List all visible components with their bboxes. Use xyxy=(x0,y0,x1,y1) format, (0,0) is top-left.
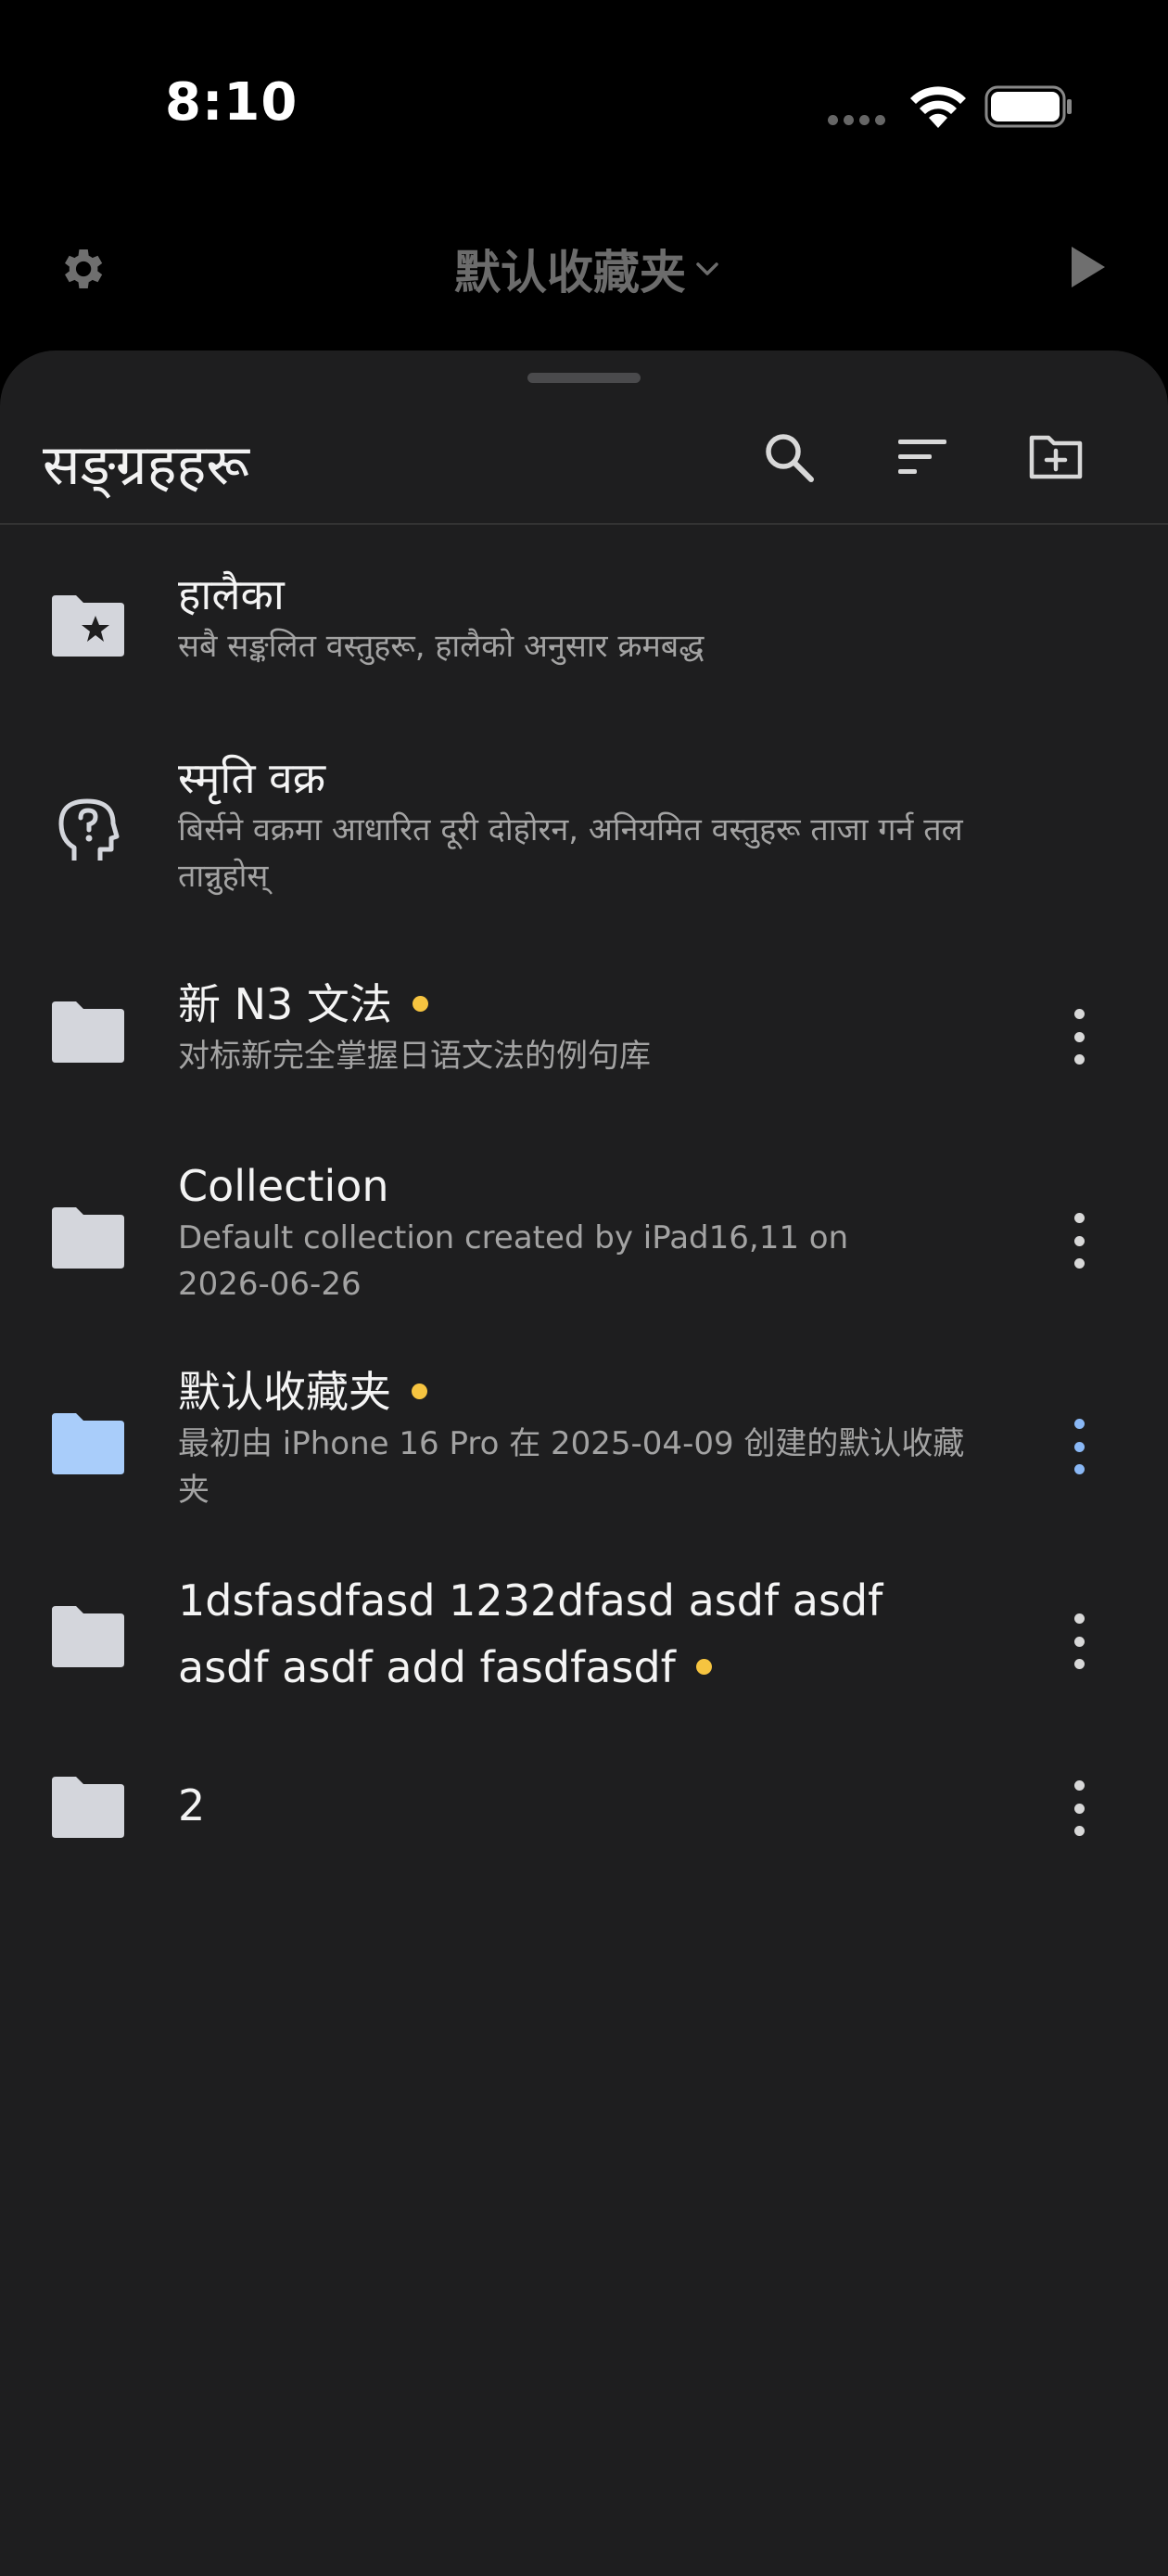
settings-gear-icon[interactable] xyxy=(56,243,108,295)
sort-button[interactable] xyxy=(890,425,955,490)
list-item-recent[interactable]: हालैका सबै सङ्कलित वस्तुहरू, हालैको अनुस… xyxy=(0,566,1168,733)
wifi-icon xyxy=(910,86,966,128)
folder-icon xyxy=(52,1001,124,1063)
list-item-collection[interactable]: Collection Default collection created by… xyxy=(0,1157,1168,1324)
list-item-subtitle: बिर्सने वक्रमा आधारित दूरी दोहोरन, अनियम… xyxy=(178,811,963,895)
current-collection-label: 默认收藏夹 xyxy=(454,246,686,300)
folder-icon xyxy=(52,1207,124,1269)
more-options-icon[interactable] xyxy=(1066,1213,1092,1269)
folder-icon xyxy=(52,1606,124,1667)
list-item-n3-grammar[interactable]: 新 N3 文法 对标新完全掌握日语文法的例句库 xyxy=(0,976,1168,1115)
chevron-down-icon xyxy=(696,262,718,275)
battery-icon xyxy=(984,85,1072,128)
cellular-signal-icon xyxy=(828,115,885,125)
list-item-title: स्मृति वक्र xyxy=(178,753,326,803)
new-folder-button[interactable] xyxy=(1023,425,1088,490)
more-options-icon[interactable] xyxy=(1066,1780,1092,1836)
list-item-title: 默认收藏夹 xyxy=(178,1367,391,1417)
folder-star-icon xyxy=(52,595,124,657)
unsynced-badge xyxy=(695,1659,712,1675)
folder-icon xyxy=(52,1413,124,1474)
list-item-title: 1dsfasdfasd 1232dfasd asdf asdf asdf asd… xyxy=(178,1575,883,1692)
list-item-2[interactable]: 2 xyxy=(0,1762,1168,1855)
list-item-memory-curve[interactable]: स्मृति वक्र बिर्सने वक्रमा आधारित दूरी द… xyxy=(0,749,1168,916)
unsynced-badge xyxy=(412,996,428,1012)
more-options-icon[interactable] xyxy=(1066,1009,1092,1065)
head-question-icon xyxy=(58,798,120,861)
list-item-subtitle: सबै सङ्कलित वस्तुहरू, हालैको अनुसार क्रम… xyxy=(178,628,705,665)
list-item-title: 2 xyxy=(178,1780,206,1830)
list-item-title: Collection xyxy=(178,1161,389,1211)
current-collection-selector[interactable]: 默认收藏夹 xyxy=(454,236,719,301)
list-item-default-collection[interactable]: 默认收藏夹 最初由 iPhone 16 Pro 在 2025-04-09 创建的… xyxy=(0,1363,1168,1530)
play-icon[interactable] xyxy=(1066,243,1109,291)
folder-icon xyxy=(52,1777,124,1838)
sheet-title: सङ्ग्रहहरू xyxy=(43,433,249,498)
list-item-subtitle: Default collection created by iPad16,11 … xyxy=(178,1219,849,1303)
search-icon xyxy=(766,434,814,482)
list-item-subtitle: 最初由 iPhone 16 Pro 在 2025-04-09 创建的默认收藏夹 xyxy=(178,1425,965,1509)
status-time: 8:10 xyxy=(165,72,298,133)
search-button[interactable] xyxy=(756,425,821,490)
more-options-icon[interactable] xyxy=(1066,1613,1092,1669)
list-item-title: 新 N3 文法 xyxy=(178,979,392,1029)
folder-add-icon xyxy=(1029,435,1083,479)
list-item-title: हालैका xyxy=(178,569,285,619)
more-options-icon[interactable] xyxy=(1066,1419,1092,1474)
list-item-long-name[interactable]: 1dsfasdfasd 1232dfasd asdf asdf asdf asd… xyxy=(0,1567,1168,1706)
unsynced-badge xyxy=(412,1384,427,1399)
header-divider xyxy=(0,523,1168,525)
sheet-grabber[interactable] xyxy=(527,373,641,383)
status-bar: 8:10 xyxy=(0,0,1168,213)
list-item-subtitle: 对标新完全掌握日语文法的例句库 xyxy=(178,1038,651,1075)
sort-icon xyxy=(898,440,946,474)
